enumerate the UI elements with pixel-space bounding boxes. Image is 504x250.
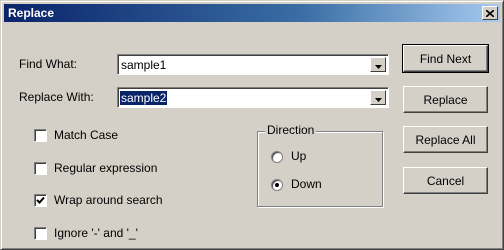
replace-with-value: sample2	[120, 91, 168, 105]
direction-down-radio[interactable]	[271, 179, 283, 191]
match-case-checkbox[interactable]	[34, 129, 47, 142]
replace-dialog: Replace Find What: sample1 Replace With:…	[0, 0, 504, 250]
checkmark-icon	[36, 196, 45, 204]
find-what-value: sample1	[121, 58, 167, 72]
find-what-dropdown-button[interactable]	[370, 57, 386, 72]
wrap-around-search-checkbox[interactable]	[34, 194, 47, 207]
close-icon	[485, 6, 495, 20]
replace-label: Replace	[423, 92, 468, 107]
wrap-around-search-label: Wrap around search	[54, 193, 163, 207]
match-case-label: Match Case	[54, 128, 119, 142]
find-next-label: Find Next	[419, 51, 472, 66]
direction-up-radio[interactable]	[271, 151, 283, 163]
replace-with-label: Replace With:	[19, 90, 94, 104]
window-title: Replace	[8, 6, 55, 20]
replace-all-button[interactable]: Replace All	[403, 126, 488, 153]
replace-with-combobox[interactable]: sample2	[117, 87, 389, 108]
chevron-down-icon	[374, 91, 382, 105]
cancel-label: Cancel	[426, 173, 465, 188]
find-what-label: Find What:	[19, 57, 78, 71]
find-next-button[interactable]: Find Next	[402, 44, 489, 73]
ignore-dash-underscore-label: Ignore '-' and '_'	[54, 226, 138, 240]
close-button[interactable]	[482, 6, 498, 20]
radio-selected-dot	[275, 183, 279, 187]
replace-button[interactable]: Replace	[403, 86, 488, 113]
cancel-button[interactable]: Cancel	[403, 167, 488, 194]
ignore-dash-underscore-checkbox[interactable]	[34, 227, 47, 240]
direction-down-label: Down	[291, 177, 322, 191]
direction-group-label: Direction	[265, 123, 317, 137]
replace-with-dropdown-button[interactable]	[370, 90, 386, 105]
direction-up-label: Up	[291, 149, 307, 163]
title-bar[interactable]: Replace	[4, 4, 500, 22]
chevron-down-icon	[374, 58, 382, 72]
regular-expression-label: Regular expression	[54, 161, 158, 175]
replace-all-label: Replace All	[415, 132, 476, 147]
regular-expression-checkbox[interactable]	[34, 162, 47, 175]
direction-group	[257, 131, 383, 207]
find-what-combobox[interactable]: sample1	[117, 54, 389, 75]
